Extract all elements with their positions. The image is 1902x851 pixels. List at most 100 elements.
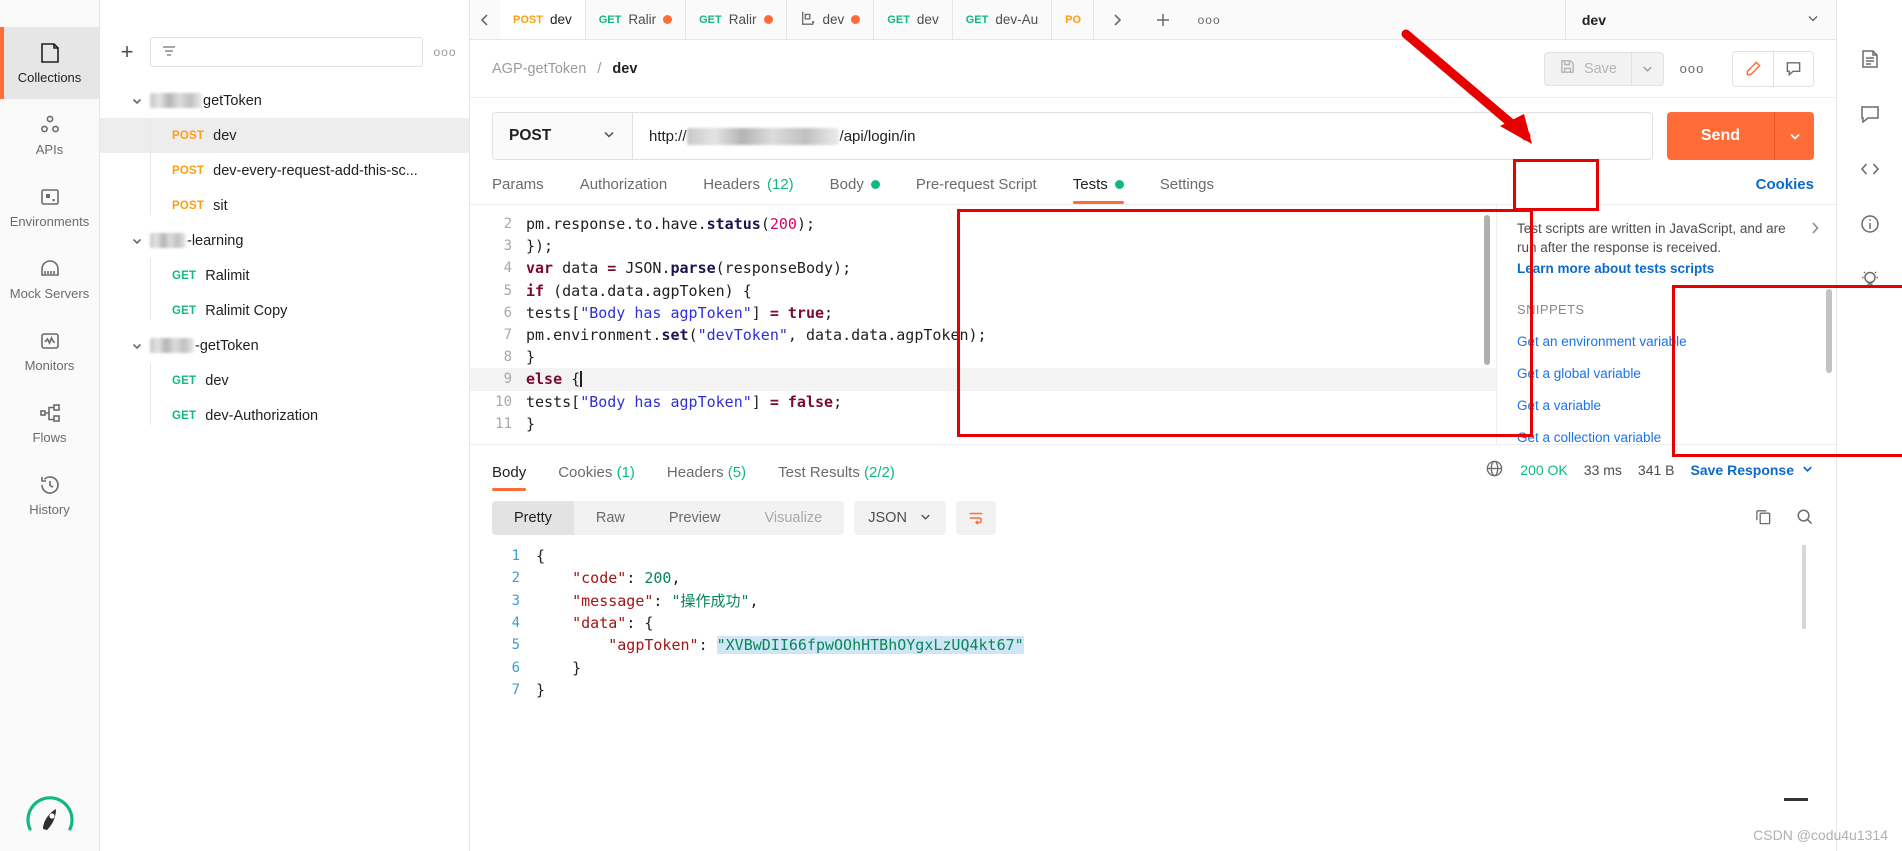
tab-pre-request-script[interactable]: Pre-request Script — [898, 176, 1055, 204]
sidebar-more-button[interactable]: ooo — [433, 45, 457, 59]
tab-label: Authorization — [579, 176, 668, 193]
breadcrumb-collection[interactable]: AGP-getToken — [492, 61, 586, 77]
comments-icon[interactable] — [1859, 103, 1881, 128]
tab-tests[interactable]: Tests — [1055, 176, 1142, 204]
open-tab[interactable]: PO — [1052, 0, 1095, 39]
json-line: 5 "agpToken": "XVBwDII66fpwOOhHTBhOYgxLz… — [492, 634, 1836, 656]
method-label: GET — [172, 374, 197, 387]
tab-method: PO — [1065, 13, 1082, 26]
learn-more-link[interactable]: Learn more about tests scripts — [1517, 261, 1714, 276]
line-number: 4 — [511, 615, 520, 632]
comment-icon-button[interactable] — [1773, 51, 1813, 86]
response-tab-cookies[interactable]: Cookies (1) — [542, 464, 651, 491]
send-dropdown-button[interactable] — [1774, 112, 1814, 160]
tabs-scroll-left-button[interactable] — [470, 0, 500, 39]
tab-params[interactable]: Params — [492, 176, 562, 204]
snippet-item[interactable]: Get a global variable — [1517, 366, 1818, 381]
open-tab[interactable]: POST dev — [500, 0, 586, 39]
url-input[interactable]: http:// /api/login/in — [633, 113, 1652, 159]
tree-request-row[interactable]: GET dev — [100, 363, 469, 398]
editor-scrollbar[interactable] — [1484, 215, 1490, 365]
rocket-status-icon[interactable] — [23, 789, 77, 843]
view-visualize-button[interactable]: Visualize — [742, 501, 844, 535]
url-bar-row: POST http:// /api/login/in Send — [470, 98, 1836, 160]
status-code: 200 OK — [1520, 462, 1568, 478]
globe-icon[interactable] — [1485, 459, 1504, 481]
code-editor[interactable]: 2 pm.response.to.have.status(200); 3}); 4 va… — [470, 205, 1496, 444]
view-raw-button[interactable]: Raw — [574, 501, 647, 535]
chevron-down-icon — [1801, 462, 1814, 478]
response-tab-headers[interactable]: Headers (5) — [651, 464, 762, 491]
sidebar-item-monitors[interactable]: Monitors — [0, 315, 100, 387]
tree-request-row[interactable]: GET Ralimit — [100, 258, 469, 293]
edit-icon-button[interactable] — [1733, 51, 1773, 86]
tab-label: Settings — [1159, 176, 1214, 193]
sidebar-item-apis[interactable]: APIs — [0, 99, 100, 171]
search-icon[interactable] — [1795, 507, 1814, 529]
sidebar-item-collections[interactable]: Collections — [0, 27, 100, 99]
tree-request-row[interactable]: POST dev — [100, 118, 469, 153]
open-tab[interactable]: GET Ralir — [686, 0, 787, 39]
open-tab[interactable]: GET Ralir — [586, 0, 687, 39]
tab-headers[interactable]: Headers (12) — [685, 176, 811, 204]
view-preview-button[interactable]: Preview — [647, 501, 743, 535]
tab-label: Params — [492, 176, 544, 193]
snippet-item[interactable]: Get a collection variable — [1517, 430, 1818, 444]
tab-authorization[interactable]: Authorization — [562, 176, 686, 204]
snippet-item[interactable]: Get a variable — [1517, 398, 1818, 413]
tab-settings[interactable]: Settings — [1142, 176, 1232, 204]
copy-icon[interactable] — [1754, 507, 1773, 529]
cookies-link[interactable]: Cookies — [1756, 176, 1814, 204]
tab-method: GET — [699, 13, 722, 26]
documentation-icon[interactable] — [1859, 48, 1881, 73]
sidebar-item-label: APIs — [35, 142, 64, 157]
save-response-button[interactable]: Save Response — [1691, 462, 1815, 478]
sidebar-item-history[interactable]: History — [0, 459, 100, 531]
code-snippet-icon[interactable] — [1859, 158, 1881, 183]
open-tab-environment[interactable]: dev — [787, 0, 875, 39]
tree-request-row[interactable]: GET Ralimit Copy — [100, 293, 469, 328]
response-tab-test-results[interactable]: Test Results (2/2) — [762, 464, 911, 491]
response-body-json[interactable]: 1{2 "code": 200, 3 "message": "操作成功", 4 "d… — [470, 545, 1836, 851]
request-more-button[interactable]: ooo — [1674, 52, 1710, 86]
snippet-item[interactable]: Get an environment variable — [1517, 334, 1818, 349]
send-button[interactable]: Send — [1666, 112, 1774, 160]
sidebar-item-label: Flows — [32, 430, 67, 445]
tree-request-row[interactable]: POST dev-every-request-add-this-sc... — [100, 153, 469, 188]
tree-folder-row[interactable]: getToken — [100, 83, 469, 118]
filter-input[interactable] — [150, 37, 423, 67]
tree-request-row[interactable]: POST sit — [100, 188, 469, 223]
lightbulb-icon[interactable] — [1859, 268, 1881, 293]
wrap-lines-button[interactable] — [955, 501, 996, 535]
response-scroll-thumb[interactable] — [1784, 798, 1808, 801]
new-tab-button[interactable] — [1140, 11, 1186, 29]
new-item-button[interactable]: + — [114, 39, 140, 65]
tabs-more-button[interactable]: ooo — [1186, 13, 1232, 27]
line-number: 7 — [511, 681, 520, 698]
save-dropdown-button[interactable] — [1632, 51, 1664, 86]
unsaved-dot-icon — [763, 15, 773, 24]
tab-body[interactable]: Body — [812, 176, 898, 204]
open-tab[interactable]: GET dev — [874, 0, 953, 39]
unsaved-dot-icon — [663, 15, 673, 24]
view-pretty-button[interactable]: Pretty — [492, 501, 574, 535]
response-scrollbar[interactable] — [1802, 545, 1806, 629]
http-method-select[interactable]: POST — [493, 113, 633, 159]
save-button[interactable]: Save — [1543, 51, 1632, 86]
collapse-snippets-icon[interactable] — [1808, 221, 1822, 238]
sidebar-item-mock-servers[interactable]: Mock Servers — [0, 243, 100, 315]
response-format-select[interactable]: JSON — [854, 501, 946, 535]
tree-folder-row[interactable]: -getToken — [100, 328, 469, 363]
environment-selector[interactable]: dev — [1564, 0, 1836, 39]
snippets-scrollbar[interactable] — [1826, 289, 1832, 373]
tabs-scroll-right-button[interactable] — [1094, 13, 1140, 27]
tree-request-row[interactable]: GET dev-Authorization — [100, 398, 469, 433]
info-icon[interactable] — [1859, 213, 1881, 238]
sidebar-item-environments[interactable]: Environments — [0, 171, 100, 243]
open-tab[interactable]: GET dev-Au — [953, 0, 1053, 39]
sidebar-item-label: Mock Servers — [9, 286, 90, 301]
tree-folder-row[interactable]: -learning — [100, 223, 469, 258]
environments-icon — [38, 185, 62, 209]
response-tab-body[interactable]: Body — [492, 464, 542, 491]
sidebar-item-flows[interactable]: Flows — [0, 387, 100, 459]
